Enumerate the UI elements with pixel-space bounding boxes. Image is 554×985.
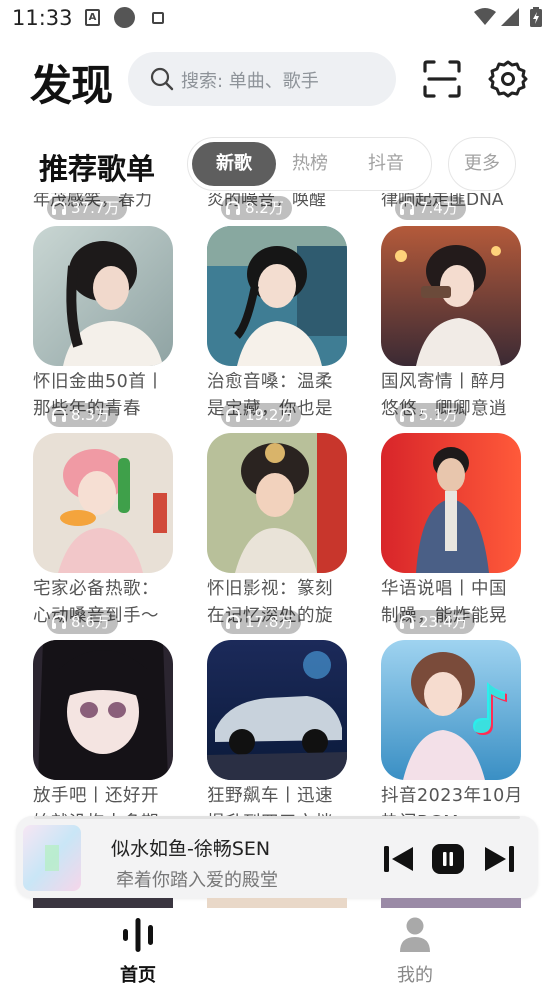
tab-douyin[interactable]: 抖音 [344,142,428,186]
headphone-icon [226,615,240,629]
notification-a-icon: A [85,9,100,26]
headphone-icon [52,615,66,629]
peek-cover [381,898,521,908]
header: 发现 搜索: 单曲、歌手 [0,46,554,112]
headphone-icon [226,201,240,215]
waveform-icon [123,918,153,952]
play-count: 7.4万 [395,196,466,220]
headphone-icon [52,408,66,422]
user-icon [400,917,430,952]
play-count: 23.4万 [395,610,476,634]
play-count: 19.2万 [221,403,302,427]
notification-dot-icon [114,7,135,28]
playlist-grid: 年茂感笑，春力 炎的噪音，唤醒 律响起走匪DNA 37.7万 怀旧金曲50首丨那… [0,193,554,821]
tab-hot-chart[interactable]: 热榜 [276,142,344,186]
playlist-cover [33,640,173,780]
play-count: 8.2万 [221,196,292,220]
playlist-cover [381,640,521,780]
search-bar[interactable]: 搜索: 单曲、歌手 [128,52,396,106]
playlist-cover [381,433,521,573]
mini-player[interactable]: 似水如鱼-徐畅SEN 牵着你踏入爱的殿堂 [16,816,538,898]
headphone-icon [400,408,414,422]
playlist-cover [207,433,347,573]
pause-icon[interactable] [432,844,464,874]
peek-row [0,898,554,908]
headphone-icon [400,201,414,215]
play-count: 17.8万 [221,610,302,634]
headphone-icon [226,408,240,422]
playlist-tabs: 新歌 热榜 抖音 [187,137,432,191]
progress-bar[interactable] [34,816,520,819]
tab-new-songs[interactable]: 新歌 [192,142,276,186]
signal-icon [501,8,519,26]
section-title: 推荐歌单 [39,152,156,186]
bottom-nav: 首页 我的 [0,908,554,985]
peek-cover [33,898,173,908]
search-placeholder: 搜索: 单曲、歌手 [181,71,319,92]
playlist-cover [33,226,173,366]
status-time: 11:33 [12,6,73,30]
play-count: 5.1万 [395,403,466,427]
play-count: 8.6万 [47,610,118,634]
scan-icon[interactable] [423,60,461,98]
play-count: 37.7万 [47,196,128,220]
headphone-icon [400,615,414,629]
play-count: 8.3万 [47,403,118,427]
nav-mine-label: 我的 [397,965,433,985]
next-track-icon[interactable] [484,846,514,872]
nav-home-label: 首页 [120,965,156,985]
status-bar: 11:33 A [0,0,554,38]
gear-icon[interactable] [488,59,528,99]
search-icon [150,67,174,91]
wifi-icon [474,8,496,25]
playlist-cover [207,640,347,780]
playlist-cover [33,433,173,573]
page-title: 发现 [30,61,113,110]
notification-square-icon [152,12,164,24]
peek-cover [207,898,347,908]
headphone-icon [52,201,66,215]
battery-icon [530,7,542,27]
song-lyric: 牵着你踏入爱的殿堂 [116,870,278,891]
playlist-cover [207,226,347,366]
song-title: 似水如鱼-徐畅SEN [111,838,271,860]
previous-track-icon[interactable] [384,846,414,872]
playlist-cover [381,226,521,366]
album-art[interactable] [23,825,81,891]
more-button[interactable]: 更多 [448,137,516,191]
